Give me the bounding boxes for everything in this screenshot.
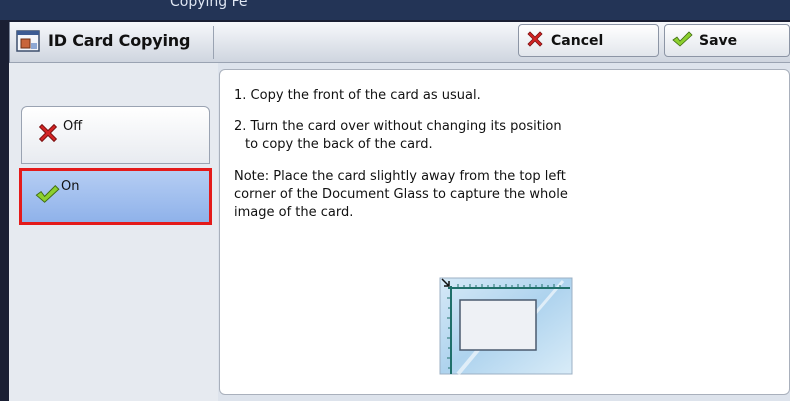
save-button[interactable]: Save bbox=[664, 24, 790, 57]
note-line-3: image of the card. bbox=[234, 205, 354, 220]
note-line-2: corner of the Document Glass to capture … bbox=[234, 187, 568, 202]
instructions-panel: 1. Copy the front of the card as usual. … bbox=[219, 69, 790, 395]
title-divider bbox=[213, 26, 214, 59]
red-x-icon bbox=[36, 121, 60, 149]
cancel-button[interactable]: Cancel bbox=[518, 24, 659, 57]
green-check-icon bbox=[671, 29, 693, 53]
off-option-label: Off bbox=[63, 119, 83, 134]
instruction-step-2-line-1: 2. Turn the card over without changing i… bbox=[234, 119, 562, 134]
note-line-1: Note: Place the card slightly away from … bbox=[234, 169, 566, 184]
instruction-step-1: 1. Copy the front of the card as usual. bbox=[234, 88, 481, 103]
cancel-label: Cancel bbox=[551, 32, 604, 49]
save-label: Save bbox=[699, 32, 738, 49]
background-header-text: Copying Fe bbox=[170, 0, 248, 10]
on-option-label: On bbox=[61, 179, 80, 194]
id-card-copy-icon bbox=[16, 30, 40, 52]
dialog-title: ID Card Copying bbox=[48, 31, 191, 50]
off-option-button[interactable]: Off bbox=[21, 106, 210, 164]
red-x-icon bbox=[525, 29, 545, 53]
id-card-copying-dialog: ID Card Copying Cancel Save Off On 1. Co… bbox=[9, 22, 790, 401]
card-placement-diagram bbox=[438, 276, 574, 380]
on-option-button[interactable]: On bbox=[19, 168, 212, 225]
background-header-strip: Copying Fe bbox=[0, 0, 790, 20]
dialog-titlebar: ID Card Copying Cancel Save bbox=[10, 22, 790, 63]
instruction-step-2-line-2: to copy the back of the card. bbox=[245, 137, 433, 152]
green-check-icon bbox=[34, 182, 60, 210]
